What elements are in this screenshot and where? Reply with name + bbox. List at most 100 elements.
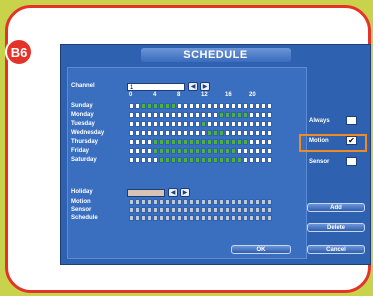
schedule-cell[interactable] [267, 121, 272, 127]
schedule-cell[interactable] [171, 130, 176, 136]
holiday-cell[interactable] [195, 215, 200, 221]
schedule-cell[interactable] [261, 130, 266, 136]
schedule-cell[interactable] [255, 157, 260, 163]
schedule-cell[interactable] [261, 112, 266, 118]
schedule-cell[interactable] [177, 130, 182, 136]
holiday-cell[interactable] [201, 215, 206, 221]
schedule-cell[interactable] [249, 148, 254, 154]
holiday-cell[interactable] [255, 207, 260, 213]
schedule-cell[interactable] [171, 148, 176, 154]
add-button[interactable]: Add [307, 203, 365, 212]
holiday-cell[interactable] [165, 215, 170, 221]
schedule-cell[interactable] [195, 139, 200, 145]
holiday-cell[interactable] [201, 199, 206, 205]
holiday-cell[interactable] [171, 207, 176, 213]
schedule-cell[interactable] [249, 103, 254, 109]
schedule-cell[interactable] [159, 103, 164, 109]
schedule-cell[interactable] [261, 139, 266, 145]
schedule-cell[interactable] [213, 139, 218, 145]
schedule-cell[interactable] [141, 130, 146, 136]
holiday-cell[interactable] [177, 199, 182, 205]
schedule-cell[interactable] [207, 157, 212, 163]
schedule-cell[interactable] [201, 103, 206, 109]
schedule-cell[interactable] [165, 121, 170, 127]
schedule-cell[interactable] [129, 157, 134, 163]
schedule-cell[interactable] [153, 148, 158, 154]
schedule-cell[interactable] [147, 139, 152, 145]
holiday-cell[interactable] [261, 207, 266, 213]
schedule-cell[interactable] [243, 130, 248, 136]
schedule-cell[interactable] [225, 103, 230, 109]
holiday-cell[interactable] [267, 215, 272, 221]
schedule-cell[interactable] [207, 103, 212, 109]
schedule-cell[interactable] [129, 130, 134, 136]
holiday-cell[interactable] [189, 199, 194, 205]
schedule-cell[interactable] [237, 103, 242, 109]
holiday-cell[interactable] [261, 215, 266, 221]
schedule-cell[interactable] [165, 157, 170, 163]
schedule-cell[interactable] [129, 139, 134, 145]
schedule-cell[interactable] [243, 112, 248, 118]
schedule-cell[interactable] [201, 112, 206, 118]
schedule-cell[interactable] [237, 121, 242, 127]
holiday-cell[interactable] [159, 215, 164, 221]
schedule-cell[interactable] [255, 121, 260, 127]
delete-button[interactable]: Delete [307, 223, 365, 232]
channel-next-button[interactable]: ▶ [200, 82, 210, 91]
schedule-cell[interactable] [177, 157, 182, 163]
schedule-cell[interactable] [147, 121, 152, 127]
holiday-cell[interactable] [267, 199, 272, 205]
schedule-cell[interactable] [243, 139, 248, 145]
holiday-cell[interactable] [183, 215, 188, 221]
schedule-cell[interactable] [189, 139, 194, 145]
schedule-cell[interactable] [135, 103, 140, 109]
schedule-cell[interactable] [225, 130, 230, 136]
schedule-cell[interactable] [213, 112, 218, 118]
schedule-cell[interactable] [207, 112, 212, 118]
holiday-cell[interactable] [189, 207, 194, 213]
schedule-cell[interactable] [159, 121, 164, 127]
schedule-cell[interactable] [201, 148, 206, 154]
schedule-cell[interactable] [231, 103, 236, 109]
schedule-cell[interactable] [195, 112, 200, 118]
holiday-cell[interactable] [213, 215, 218, 221]
channel-prev-button[interactable]: ◀ [188, 82, 198, 91]
schedule-cell[interactable] [213, 130, 218, 136]
schedule-cell[interactable] [201, 130, 206, 136]
schedule-cell[interactable] [201, 157, 206, 163]
schedule-cell[interactable] [231, 121, 236, 127]
schedule-cell[interactable] [219, 148, 224, 154]
holiday-cell[interactable] [243, 215, 248, 221]
schedule-cell[interactable] [255, 112, 260, 118]
holiday-cell[interactable] [159, 199, 164, 205]
schedule-cell[interactable] [267, 157, 272, 163]
holiday-cell[interactable] [147, 207, 152, 213]
holiday-cell[interactable] [237, 215, 242, 221]
holiday-cell[interactable] [243, 207, 248, 213]
schedule-cell[interactable] [261, 148, 266, 154]
schedule-cell[interactable] [183, 103, 188, 109]
schedule-cell[interactable] [249, 157, 254, 163]
schedule-cell[interactable] [135, 148, 140, 154]
holiday-cell[interactable] [135, 207, 140, 213]
schedule-cell[interactable] [141, 148, 146, 154]
schedule-cell[interactable] [159, 139, 164, 145]
schedule-cell[interactable] [207, 121, 212, 127]
holiday-cell[interactable] [249, 215, 254, 221]
schedule-cell[interactable] [135, 139, 140, 145]
holiday-cell[interactable] [141, 215, 146, 221]
schedule-cell[interactable] [177, 121, 182, 127]
schedule-cell[interactable] [183, 139, 188, 145]
schedule-cell[interactable] [213, 157, 218, 163]
holiday-cell[interactable] [237, 207, 242, 213]
schedule-cell[interactable] [159, 148, 164, 154]
holiday-cell[interactable] [195, 199, 200, 205]
holiday-cell[interactable] [195, 207, 200, 213]
schedule-cell[interactable] [255, 148, 260, 154]
holiday-cell[interactable] [213, 207, 218, 213]
holiday-cell[interactable] [213, 199, 218, 205]
schedule-cell[interactable] [135, 121, 140, 127]
schedule-cell[interactable] [141, 139, 146, 145]
holiday-cell[interactable] [255, 199, 260, 205]
schedule-cell[interactable] [219, 112, 224, 118]
